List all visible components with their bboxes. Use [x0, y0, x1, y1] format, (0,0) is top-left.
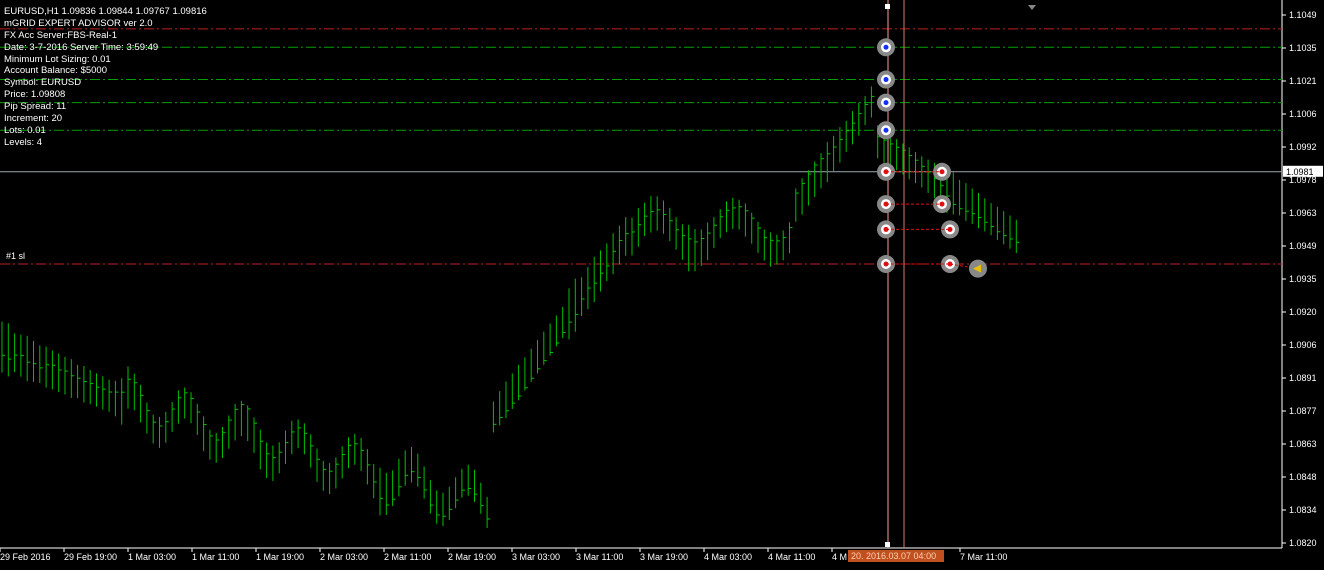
- price: Price: 1.09808: [4, 89, 66, 101]
- scroll-marker: [1028, 5, 1036, 10]
- current-price-label: 1.0981: [1286, 167, 1314, 177]
- pip-spread: Pip Spread: 11: [4, 101, 67, 113]
- cursor-time-label: 20. 2016.03.07 04:00: [851, 551, 936, 561]
- time-tick-label: 3 Mar 03:00: [512, 552, 560, 562]
- lots: Lots: 0.01: [4, 124, 46, 136]
- price-bars: [1, 86, 1020, 529]
- chart-window[interactable]: 1.1049 1.1035 1.1021 1.1006 1.0992 1.0978 1.09…: [0, 0, 1324, 570]
- cursor-handle-bottom: [885, 542, 890, 547]
- price-tick-label: 1.0863: [1289, 439, 1317, 449]
- time-tick-label: 7 Mar 11:00: [960, 552, 1007, 562]
- time-tick-label: 3 Mar 19:00: [640, 552, 688, 562]
- price-tick-label: 1.1049: [1289, 10, 1317, 20]
- price-tick-label: 1.0920: [1289, 307, 1317, 317]
- buy-order-marker: [877, 70, 895, 89]
- time-tick-label: 4 Mar 11:00: [768, 552, 815, 562]
- sl-tag: #1 sl: [6, 251, 26, 261]
- price-tick-label: 1.0877: [1289, 406, 1317, 416]
- min-lot: Minimum Lot Sizing: 0.01: [4, 53, 111, 65]
- time-tick-label: 4 M: [832, 552, 847, 562]
- price-tick-label: 1.0906: [1289, 340, 1317, 350]
- buy-order-marker: [877, 121, 895, 140]
- levels: Levels: 4: [4, 136, 43, 148]
- cursor-handle-top: [885, 4, 890, 9]
- price-tick-label: 1.0949: [1289, 241, 1317, 251]
- price-tick-label: 1.1035: [1289, 43, 1317, 53]
- price-tick-label: 1.0963: [1289, 208, 1317, 218]
- symbol-line: EURUSD,H1 1.09836 1.09844 1.09767 1.0981…: [4, 6, 207, 17]
- price-tick-label: 1.0935: [1289, 274, 1317, 284]
- time-tick-label: 2 Mar 11:00: [384, 552, 431, 562]
- time-tick-label: 29 Feb 19:00: [64, 552, 117, 562]
- buy-order-marker: [877, 38, 895, 57]
- time-tick-label: 3 Mar 11:00: [576, 552, 623, 562]
- time-tick-label: 1 Mar 19:00: [256, 552, 304, 562]
- price-tick-label: 1.1006: [1289, 109, 1317, 119]
- time-tick-label: 2 Mar 03:00: [320, 552, 368, 562]
- time-tick-label: 1 Mar 03:00: [128, 552, 176, 562]
- account-balance: Account Balance: $5000: [4, 65, 107, 77]
- price-tick-label: 1.0992: [1289, 142, 1317, 152]
- increment: Increment: 20: [4, 113, 63, 125]
- time-tick-label: 1 Mar 11:00: [192, 552, 239, 562]
- buy-order-marker: [877, 93, 895, 112]
- ea-title: mGRID EXPERT ADVISOR ver 2.0: [4, 17, 153, 29]
- date-time: Date: 3-7-2016 Server Time: 3:59:49: [4, 41, 159, 53]
- close-marker: [969, 259, 987, 278]
- time-tick-label: 29 Feb 2016: [0, 552, 51, 562]
- price-tick-label: 1.1021: [1289, 76, 1317, 86]
- ea-info-panel: EURUSD,H1 1.09836 1.09844 1.09767 1.0981…: [4, 6, 207, 149]
- price-tick-label: 1.0848: [1289, 472, 1317, 482]
- price-tick-label: 1.0820: [1289, 538, 1317, 548]
- price-tick-label: 1.0891: [1289, 373, 1317, 383]
- acc-server: FX Acc Server:FBS-Real-1: [4, 29, 117, 41]
- time-tick-label: 2 Mar 19:00: [448, 552, 496, 562]
- time-tick-label: 4 Mar 03:00: [704, 552, 752, 562]
- price-tick-label: 1.0834: [1289, 505, 1317, 515]
- symbol: Symbol: EURUSD: [4, 77, 82, 89]
